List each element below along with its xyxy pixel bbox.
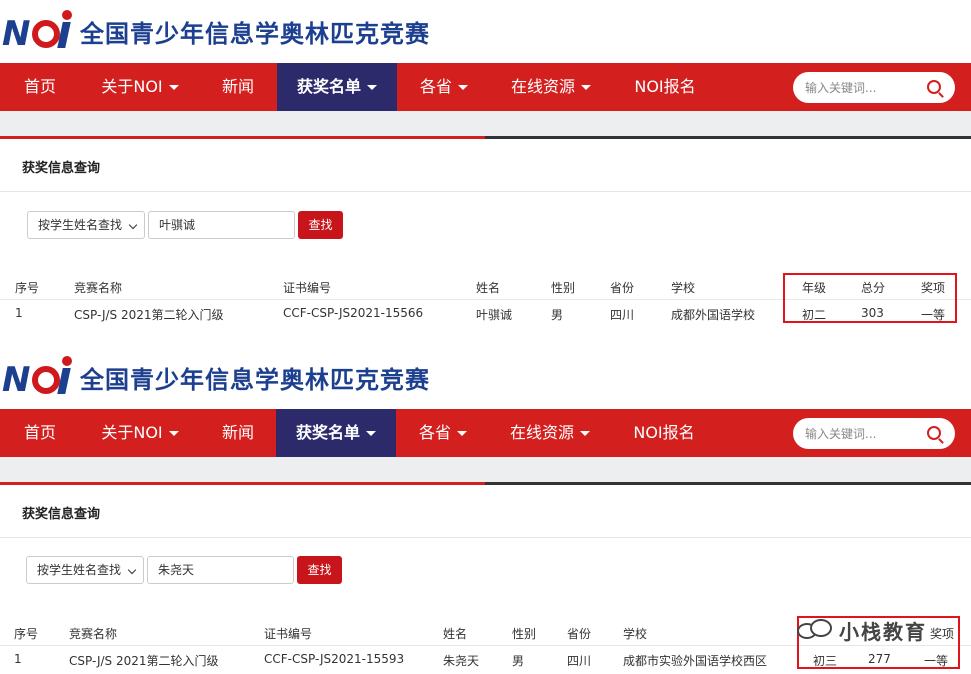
nav-item-registration[interactable]: NOI报名 [619, 409, 709, 457]
query-button[interactable]: 查找 [297, 556, 342, 584]
nav-item-about[interactable]: 关于NOI [84, 409, 196, 457]
noi-logo[interactable]: N [2, 8, 74, 54]
table-cell: 男 [512, 654, 525, 668]
chevron-down-icon [127, 565, 137, 575]
site-title: 全国青少年信息学奥林匹克竞赛 [80, 20, 430, 48]
nav-item-news[interactable]: 新闻 [200, 409, 276, 457]
result-screenshot-1: N 全国青少年信息学奥林匹克竞赛 首页 关于NOI 新闻 获奖名单 各省 在线资… [0, 0, 971, 334]
student-name-input[interactable]: 朱尧天 [147, 556, 294, 584]
nav-item-awards[interactable]: 获奖名单 [277, 63, 397, 111]
search-type-select[interactable]: 按学生姓名查找 [27, 211, 145, 239]
divider [0, 191, 971, 192]
table-cell: CSP-J/S 2021第二轮入门级 [74, 308, 224, 322]
section-rule [0, 482, 971, 485]
col-header: 序号 [14, 627, 39, 641]
caret-down-icon [581, 85, 591, 90]
table-cell: 1 [15, 306, 23, 320]
nav-item-resources[interactable]: 在线资源 [496, 63, 606, 111]
gray-strip [0, 457, 971, 483]
watermark: 小栈教育 [795, 612, 927, 648]
col-header: 姓名 [443, 627, 468, 641]
col-header: 证书编号 [264, 627, 313, 641]
noi-logo[interactable]: N [2, 354, 74, 400]
col-header: 姓名 [476, 281, 501, 295]
col-header: 性别 [512, 627, 537, 641]
col-header: 竞赛名称 [69, 627, 118, 641]
col-header: 学校 [671, 281, 696, 295]
site-title: 全国青少年信息学奥林匹克竞赛 [80, 366, 430, 394]
table-cell: CCF-CSP-JS2021-15593 [264, 652, 405, 666]
caret-down-icon [580, 431, 590, 436]
table-cell: 男 [551, 308, 564, 322]
col-header: 竞赛名称 [74, 281, 123, 295]
wechat-icon [795, 615, 835, 645]
nav-item-provinces[interactable]: 各省 [402, 63, 486, 111]
search-type-select[interactable]: 按学生姓名查找 [26, 556, 144, 584]
table-cell: 四川 [610, 308, 635, 322]
main-nav: 首页 关于NOI 新闻 获奖名单 各省 在线资源 NOI报名 [0, 409, 971, 457]
main-nav: 首页 关于NOI 新闻 获奖名单 各省 在线资源 NOI报名 [0, 63, 971, 111]
gray-strip [0, 111, 971, 137]
nav-item-provinces[interactable]: 各省 [401, 409, 485, 457]
highlight-box [783, 273, 957, 323]
section-title: 获奖信息查询 [22, 507, 101, 522]
col-header: 证书编号 [283, 281, 332, 295]
table-cell: 1 [14, 652, 22, 666]
table-cell: 朱尧天 [443, 654, 480, 668]
col-header: 学校 [623, 627, 648, 641]
table-cell: 叶骐诚 [476, 308, 513, 322]
table-cell: 成都市实验外国语学校西区 [623, 654, 768, 668]
caret-down-icon [366, 431, 376, 436]
table-cell: CCF-CSP-JS2021-15566 [283, 306, 424, 320]
divider [0, 537, 971, 538]
search-icon[interactable] [927, 426, 941, 440]
caret-down-icon [458, 85, 468, 90]
section-title: 获奖信息查询 [22, 161, 101, 176]
col-header: 序号 [15, 281, 40, 295]
nav-item-registration[interactable]: NOI报名 [620, 63, 710, 111]
table-cell: 四川 [567, 654, 592, 668]
search-icon[interactable] [927, 80, 941, 94]
caret-down-icon [168, 85, 179, 90]
section-rule [0, 136, 971, 139]
nav-item-news[interactable]: 新闻 [200, 63, 276, 111]
nav-item-about[interactable]: 关于NOI [84, 63, 196, 111]
nav-item-resources[interactable]: 在线资源 [495, 409, 605, 457]
caret-down-icon [367, 85, 377, 90]
caret-down-icon [457, 431, 467, 436]
col-header: 省份 [610, 281, 635, 295]
search-input[interactable] [805, 424, 915, 444]
site-search [793, 72, 955, 103]
nav-item-awards[interactable]: 获奖名单 [276, 409, 396, 457]
query-button[interactable]: 查找 [298, 211, 343, 239]
watermark-text: 小栈教育 [839, 619, 927, 644]
table-cell: 成都外国语学校 [671, 308, 756, 322]
header: N 全国青少年信息学奥林匹克竞赛 [0, 346, 971, 408]
caret-down-icon [168, 431, 179, 436]
col-header: 省份 [567, 627, 592, 641]
nav-item-home[interactable]: 首页 [0, 409, 80, 457]
search-input[interactable] [805, 78, 915, 98]
student-name-input[interactable]: 叶骐诚 [148, 211, 295, 239]
header: N 全国青少年信息学奥林匹克竞赛 [0, 0, 971, 62]
table-cell: CSP-J/S 2021第二轮入门级 [69, 654, 219, 668]
site-search [793, 418, 955, 449]
nav-item-home[interactable]: 首页 [0, 63, 80, 111]
col-header: 性别 [551, 281, 576, 295]
chevron-down-icon [128, 220, 138, 230]
